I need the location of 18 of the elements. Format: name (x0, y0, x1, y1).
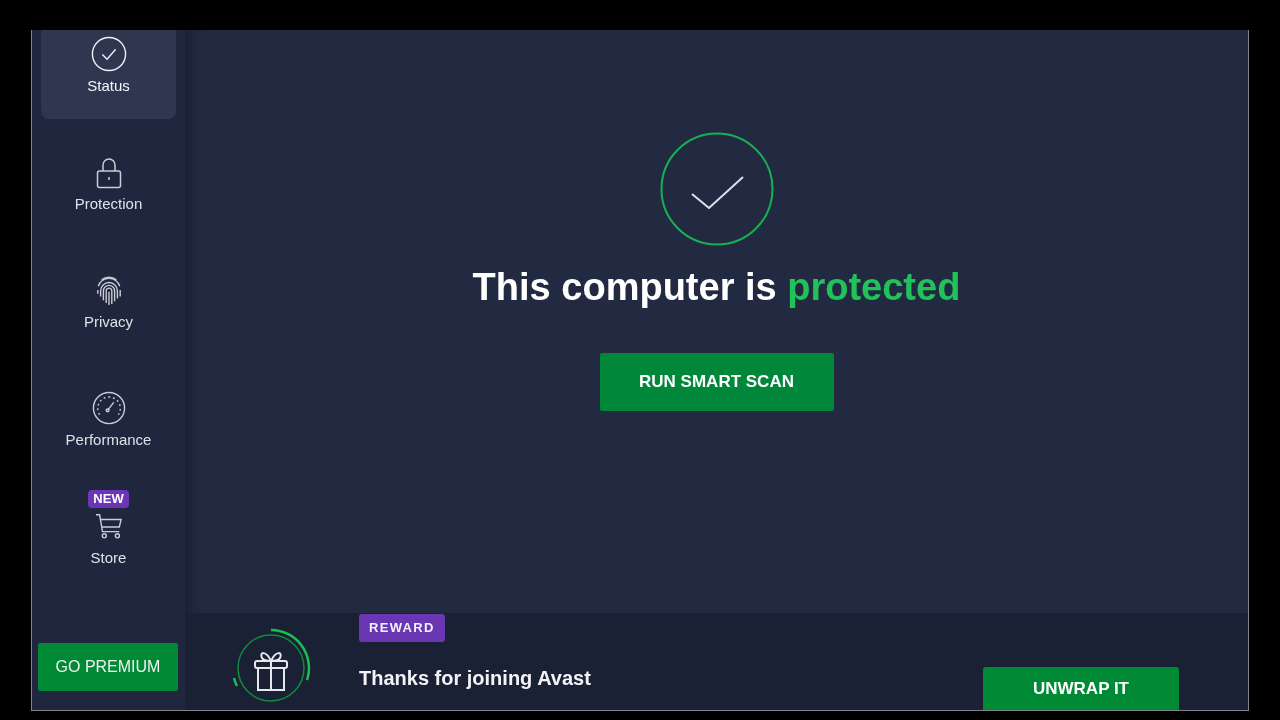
unwrap-it-button[interactable]: UNWRAP IT (983, 667, 1179, 710)
lock-icon (95, 155, 122, 189)
sidebar-item[interactable]: Status (41, 30, 176, 119)
reward-badge: REWARD (359, 614, 445, 642)
go-premium-button[interactable]: GO PREMIUM (38, 643, 178, 691)
reward-title: Thanks for joining Avast (359, 666, 591, 690)
status-headline: This computer is protected (472, 265, 961, 310)
new-badge: NEW (88, 490, 129, 508)
sidebar-item[interactable]: Privacy (41, 237, 176, 355)
sidebar-item[interactable]: NEW Store (41, 473, 176, 591)
sidebar-item[interactable]: Protection (41, 119, 176, 237)
speedometer-icon (91, 391, 126, 425)
cart-icon (93, 512, 124, 540)
run-smart-scan-button[interactable]: RUN SMART SCAN (599, 353, 834, 411)
fingerprint-icon (94, 274, 123, 306)
sidebar-item[interactable]: Performance (41, 355, 176, 473)
check-circle-icon (90, 36, 127, 72)
check-icon (659, 132, 774, 246)
